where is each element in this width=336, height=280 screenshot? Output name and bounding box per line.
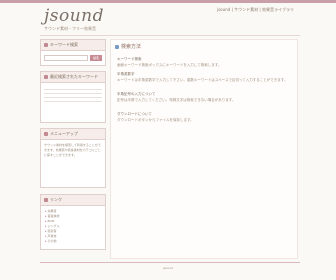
- bullet-icon: [44, 43, 48, 47]
- section-title: ダウンロードについて: [117, 112, 152, 116]
- top-accent-bar: [0, 0, 336, 3]
- links-box-title: リンク: [50, 197, 62, 202]
- links-box: リンク 効果音 音楽素材 BGM ジングル 環境音 声素材 その他: [40, 194, 106, 250]
- links-list: 効果音 音楽素材 BGM ジングル 環境音 声素材 その他: [41, 206, 105, 247]
- site-logo[interactable]: jsound: [44, 6, 104, 26]
- footer-text: jsound: [163, 266, 173, 270]
- search-input[interactable]: [44, 55, 88, 61]
- menu-text: サウンド素材を検索して利用することができます。効果音や音楽素材をカテゴリごとに探…: [44, 143, 101, 157]
- search-box: キーワード検索 検索: [40, 39, 106, 66]
- section-title: 半角英数字: [117, 72, 135, 76]
- footer-divider: [40, 262, 300, 263]
- search-box-title: キーワード検索: [50, 42, 78, 47]
- menu-box: メニューアップ サウンド素材を検索して利用することができます。効果音や音楽素材を…: [40, 128, 106, 188]
- main-content: 検索方法 キーワード検索 画面キーワード検索ボックスにキーワードを入力して検索し…: [110, 39, 298, 259]
- search-button[interactable]: 検索: [90, 55, 102, 61]
- section-body: ダウンロードボタンからファイルを保存します。: [117, 118, 194, 122]
- header-divider: [40, 35, 300, 36]
- header-links[interactable]: jsound | サウンド素材 | 効果音ライブラリ: [217, 7, 294, 13]
- link-item[interactable]: その他: [45, 239, 101, 244]
- search-box-header: キーワード検索: [41, 40, 105, 51]
- page-title-text: 検索方法: [121, 44, 142, 50]
- ranking-box-title: 最近検索されたキーワード: [50, 74, 98, 79]
- site-tagline: サウンド素材・フリー効果音: [44, 26, 96, 31]
- section-title: キーワード検索: [117, 57, 142, 61]
- bullet-icon: [44, 132, 48, 136]
- content-section: ダウンロードについて ダウンロードボタンからファイルを保存します。: [117, 112, 293, 123]
- content-section: キーワード検索 画面キーワード検索ボックスにキーワードを入力して検索します。: [117, 57, 293, 68]
- ranking-line: [44, 89, 102, 90]
- section-title: 半角記号の入力について: [117, 92, 156, 96]
- ranking-line: [44, 97, 102, 98]
- page-title: 検索方法: [115, 43, 141, 50]
- links-box-header: リンク: [41, 195, 105, 206]
- ranking-box: 最近検索されたキーワード: [40, 71, 106, 123]
- bullet-icon: [44, 75, 48, 79]
- sidebar: キーワード検索 検索 最近検索されたキーワード メニューアップ サウンド素材を検…: [40, 39, 106, 255]
- content-section: 半角英数字 キーワードは半角英数字で入力して下さい。複数キーワードはスペースで区…: [117, 72, 293, 83]
- ranking-line: [44, 101, 102, 102]
- section-body: 画面キーワード検索ボックスにキーワードを入力して検索します。: [117, 63, 222, 67]
- content-section: 半角記号の入力について 記号は半角で入力してください。特殊文字は検索できない場合…: [117, 92, 293, 103]
- ranking-box-header: 最近検索されたキーワード: [41, 72, 105, 83]
- menu-box-header: メニューアップ: [41, 129, 105, 140]
- section-body: キーワードは半角英数字で入力して下さい。複数キーワードはスペースで区切って入力す…: [117, 78, 288, 82]
- ranking-line: [44, 93, 102, 94]
- section-body: 記号は半角で入力してください。特殊文字は検索できない場合があります。: [117, 98, 236, 102]
- menu-box-title: メニューアップ: [50, 131, 78, 136]
- bullet-icon: [115, 44, 119, 49]
- bullet-icon: [44, 198, 48, 202]
